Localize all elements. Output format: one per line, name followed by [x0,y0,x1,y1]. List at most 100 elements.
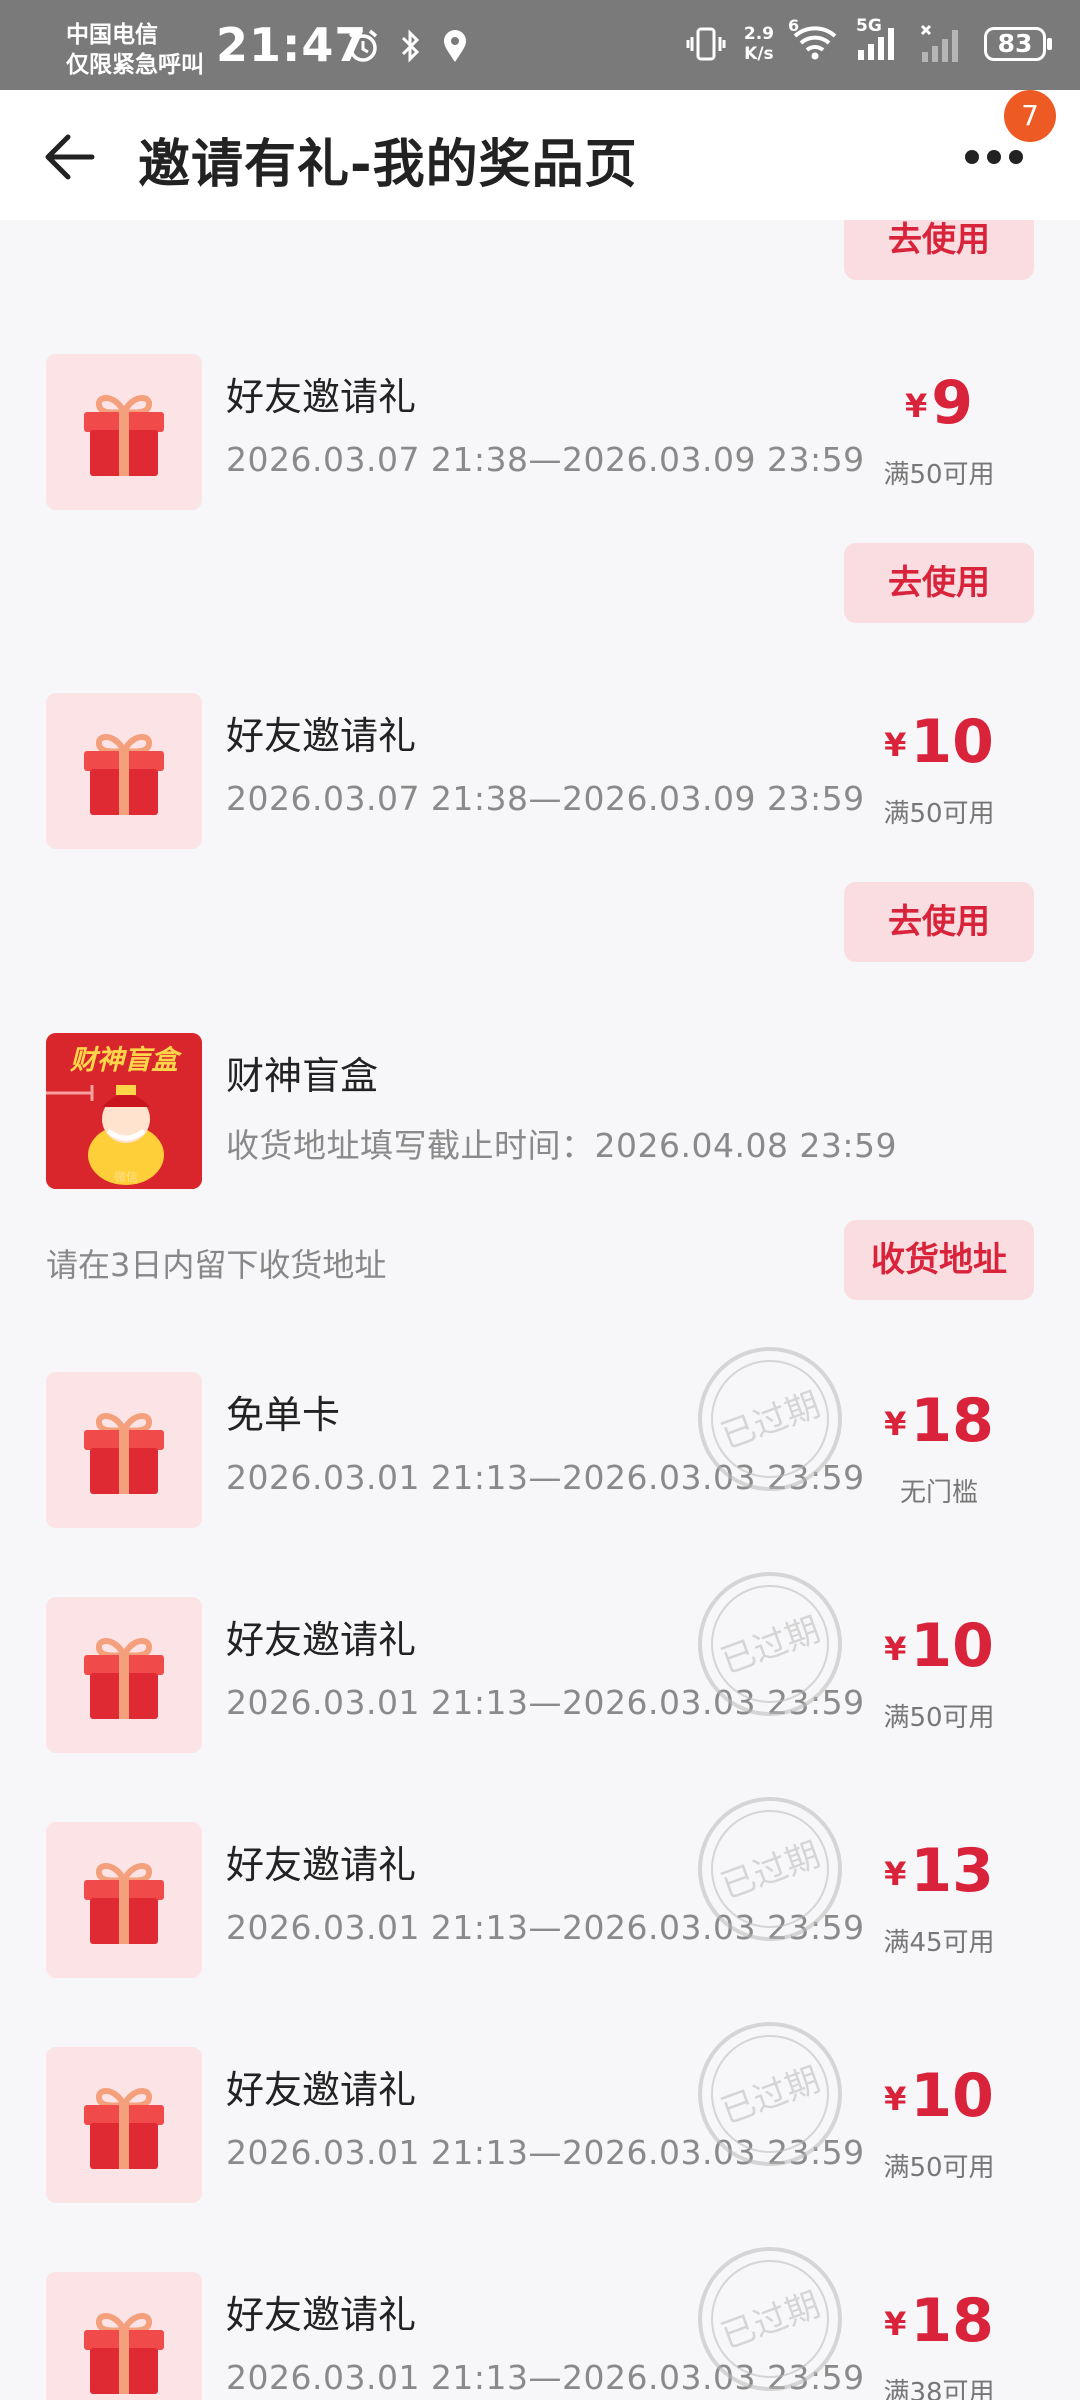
expired-stamp-text: 已过期 [716,1385,826,1457]
expired-stamp-icon: 已过期 [698,1572,842,1716]
item-name: 好友邀请礼 [226,2293,417,2337]
wifi-badge: 6 [788,16,800,35]
signal-group: 5G [856,16,902,66]
expired-stamp-text: 已过期 [716,2285,826,2357]
prize-list: 去使用 好友邀请礼 2026.03.07 21:38—2026.03.09 23… [0,220,1080,2400]
carrier-name: 中国电信 [66,22,158,48]
item-price: ¥10 [844,707,1034,777]
item-amount: 10 [910,1611,994,1681]
list-item: 好友邀请礼 2026.03.01 21:13—2026.03.03 23:59 … [0,1572,1080,1757]
status-bar: 中国电信 仅限紧急呼叫 21:47 2.9 K/s 6 5G 83 [0,0,1080,90]
expired-stamp-text: 已过期 [716,1610,826,1682]
gift-icon [84,1413,164,1494]
expired-stamp-text: 已过期 [716,1835,826,1907]
item-amount: 10 [910,2061,994,2131]
item-price: ¥13 [844,1836,1034,1906]
alarm-icon [348,29,378,62]
item-name: 好友邀请礼 [226,375,417,419]
blindbox-image-title: 财神盲盒 [69,1045,183,1076]
gift-thumbnail [46,693,202,849]
gift-thumbnail [46,1372,202,1528]
currency-symbol: ¥ [904,387,928,425]
vibrate-icon [686,27,726,61]
expired-stamp-icon: 已过期 [698,2247,842,2391]
gift-icon [84,2313,164,2394]
gift-icon [84,1863,164,1944]
gift-thumbnail [46,2272,202,2400]
gift-thumbnail [46,354,202,510]
list-item: 好友邀请礼 2026.03.01 21:13—2026.03.03 23:59 … [0,1797,1080,1982]
item-condition: 满50可用 [883,2153,995,2183]
gift-thumbnail [46,1822,202,1978]
address-hint: 请在3日内留下收货地址 [46,1246,387,1284]
net-speed-value: 2.9 [743,24,774,44]
signal-label: 5G [856,16,882,36]
net-speed: 2.9 K/s [744,24,774,64]
item-name: 好友邀请礼 [226,714,417,758]
item-condition: 满50可用 [883,799,995,829]
expired-stamp-text: 已过期 [716,2060,826,2132]
use-button[interactable]: 去使用 [844,543,1034,623]
item-amount: 9 [931,368,973,438]
page-title: 邀请有礼-我的奖品页 [138,135,638,195]
net-speed-unit: K/s [744,44,774,64]
currency-symbol: ¥ [884,726,907,764]
item-condition: 满38可用 [883,2378,995,2400]
caishen-blindbox-image: 财神盲盒 微信 [46,1033,202,1189]
bluetooth-icon [401,29,420,63]
gift-thumbnail [46,1597,202,1753]
list-item: 好友邀请礼 2026.03.07 21:38—2026.03.09 23:59 … [0,354,1080,514]
address-deadline: 收货地址填写截止时间：2026.04.08 23:59 [226,1126,898,1165]
item-amount: 18 [910,1386,994,1456]
use-button[interactable]: 去使用 [844,882,1034,962]
wifi-group: 6 [788,16,838,66]
item-amount: 10 [910,707,994,777]
gift-icon [84,1638,164,1719]
gift-icon [84,734,164,815]
blindbox-thumbnail: 财神盲盒 微信 [46,1033,202,1189]
list-item: 免单卡 2026.03.01 21:13—2026.03.03 23:59 已过… [0,1347,1080,1532]
expired-stamp-icon: 已过期 [698,1797,842,1941]
top-app-bar: 邀请有礼-我的奖品页 7 [0,90,1080,220]
back-arrow-icon[interactable] [42,130,96,184]
currency-symbol: ¥ [884,1630,907,1668]
list-item: 好友邀请礼 2026.03.01 21:13—2026.03.03 23:59 … [0,2247,1080,2400]
item-name: 好友邀请礼 [226,1843,417,1887]
item-validity: 2026.03.07 21:38—2026.03.09 23:59 [226,440,865,479]
item-amount: 18 [910,2286,994,2356]
list-item: 好友邀请礼 2026.03.01 21:13—2026.03.03 23:59 … [0,2022,1080,2207]
gift-thumbnail [46,2047,202,2203]
item-price: ¥9 [844,368,1034,438]
item-name: 好友邀请礼 [226,1618,417,1662]
item-price: ¥10 [844,1611,1034,1681]
more-options-icon[interactable] [965,150,1023,164]
list-item: 财神盲盒 微信 财神盲盒 收货地址填写截止时间：2026.04.08 23:59 [0,1033,1080,1193]
item-condition: 满45可用 [883,1928,995,1958]
expired-stamp-icon: 已过期 [698,1347,842,1491]
list-item: 好友邀请礼 2026.03.07 21:38—2026.03.09 23:59 … [0,693,1080,853]
currency-symbol: ¥ [884,2080,907,2118]
notification-badge: 7 [1004,90,1056,142]
item-condition: 满50可用 [883,1703,995,1733]
item-name: 好友邀请礼 [226,2068,417,2112]
item-price: ¥18 [844,2286,1034,2356]
item-amount: 13 [910,1836,994,1906]
gift-icon [84,2088,164,2169]
item-validity: 2026.03.07 21:38—2026.03.09 23:59 [226,779,865,818]
carrier-info: 中国电信 仅限紧急呼叫 [66,20,204,80]
item-price: ¥18 [844,1386,1034,1456]
blindbox-image-sub: 微信 [114,1170,138,1184]
currency-symbol: ¥ [884,1405,907,1443]
item-condition: 无门槛 [899,1478,978,1508]
signal-no-service-icon [920,24,958,62]
item-name: 免单卡 [226,1393,341,1437]
battery-indicator: 83 [984,27,1052,61]
location-icon [444,30,466,62]
currency-symbol: ¥ [884,2305,907,2343]
item-price: ¥10 [844,2061,1034,2131]
expired-stamp-icon: 已过期 [698,2022,842,2166]
use-button[interactable]: 去使用 [844,220,1034,280]
item-condition: 满50可用 [883,460,995,490]
currency-symbol: ¥ [884,1855,907,1893]
address-button[interactable]: 收货地址 [844,1220,1034,1300]
